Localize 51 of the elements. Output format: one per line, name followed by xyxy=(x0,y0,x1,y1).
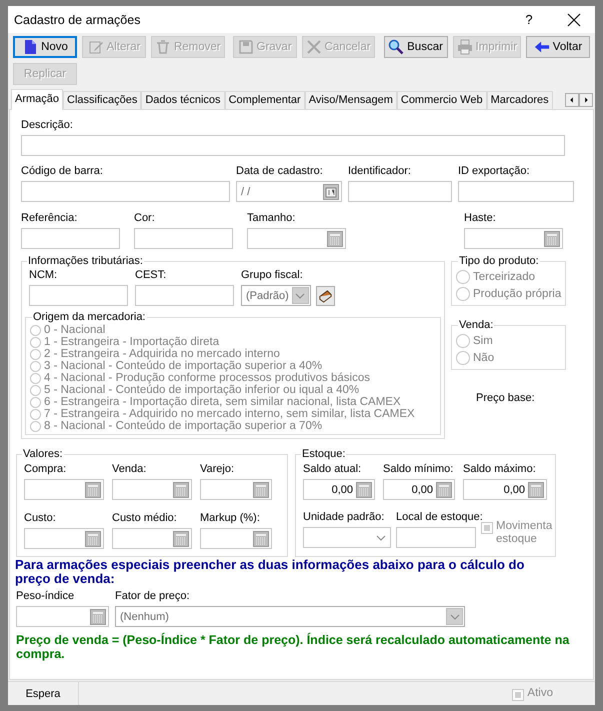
notice-text: Para armações especiais preencher as duas informações abaixo para o cálculo do preço de venda: xyxy=(15,558,526,586)
search-button[interactable]: Buscar xyxy=(384,36,448,58)
field-label: Referência: xyxy=(21,211,78,225)
group-title: Estoque: xyxy=(301,447,346,461)
field-label: Preço base: xyxy=(476,392,536,404)
field-label: Custo médio: xyxy=(112,511,177,525)
date-field[interactable]: / / xyxy=(236,181,342,202)
help-button[interactable]: ? xyxy=(507,12,551,27)
group-title: Valores: xyxy=(22,447,64,461)
tab[interactable]: Dados técnicos xyxy=(141,91,225,109)
number-field[interactable]: 0,00 xyxy=(383,479,455,500)
field-label: Peso-índice xyxy=(16,589,74,603)
tab[interactable]: Commercio Web xyxy=(396,91,487,109)
field-label: Identificador: xyxy=(348,164,411,178)
field-label: Grupo fiscal: xyxy=(241,268,303,282)
field-label: Cor: xyxy=(134,211,155,225)
field-label: Código de barra: xyxy=(21,164,103,178)
tab[interactable]: Complementar xyxy=(224,91,305,109)
group-title: Tipo do produto: xyxy=(458,254,540,268)
field-label: CEST: xyxy=(135,268,166,282)
field-label: Varejo: xyxy=(200,462,234,476)
field-label: Fator de preço: xyxy=(115,589,190,603)
field-label: Saldo atual: xyxy=(303,462,362,476)
tab[interactable]: Aviso/Mensagem xyxy=(304,91,397,109)
field-label: Compra: xyxy=(24,462,66,476)
tab[interactable]: Armação xyxy=(11,89,64,110)
group-title: Venda: xyxy=(458,318,494,332)
field-label: Local de estoque: xyxy=(396,510,483,524)
field-label: Tamanho: xyxy=(247,211,296,225)
tab[interactable]: Marcadores xyxy=(486,91,553,109)
new-button[interactable]: Novo xyxy=(13,36,77,58)
group-title: Informações tributárias: xyxy=(27,254,144,268)
field-label: Saldo mínimo: xyxy=(383,462,454,476)
field-label: Data de cadastro: xyxy=(236,164,323,178)
field-label: NCM: xyxy=(29,268,58,282)
status-text: Espera xyxy=(8,682,79,705)
window-title: Cadastro de armações xyxy=(14,12,142,26)
field-label: Haste: xyxy=(464,211,496,225)
field-label: Venda: xyxy=(112,462,146,476)
back-button[interactable]: Voltar xyxy=(526,36,590,58)
field-label: ID exportação: xyxy=(458,164,530,178)
field-label: Unidade padrão: xyxy=(303,510,384,524)
field-label: Descrição: xyxy=(21,118,73,132)
field-label: Custo: xyxy=(24,511,56,525)
number-field[interactable]: 0,00 xyxy=(303,479,375,500)
tab[interactable]: Classificações xyxy=(63,91,142,109)
formula-text: Preço de venda = (Peso-Índice * Fator de preço). Índice será recalculado automaticamente na compra. xyxy=(16,633,570,661)
field-label: Saldo máximo: xyxy=(463,462,536,476)
field-label: Markup (%): xyxy=(200,511,260,525)
group-title: Origem da mercadoria: xyxy=(32,310,146,324)
number-field[interactable]: 0,00 xyxy=(463,479,547,500)
